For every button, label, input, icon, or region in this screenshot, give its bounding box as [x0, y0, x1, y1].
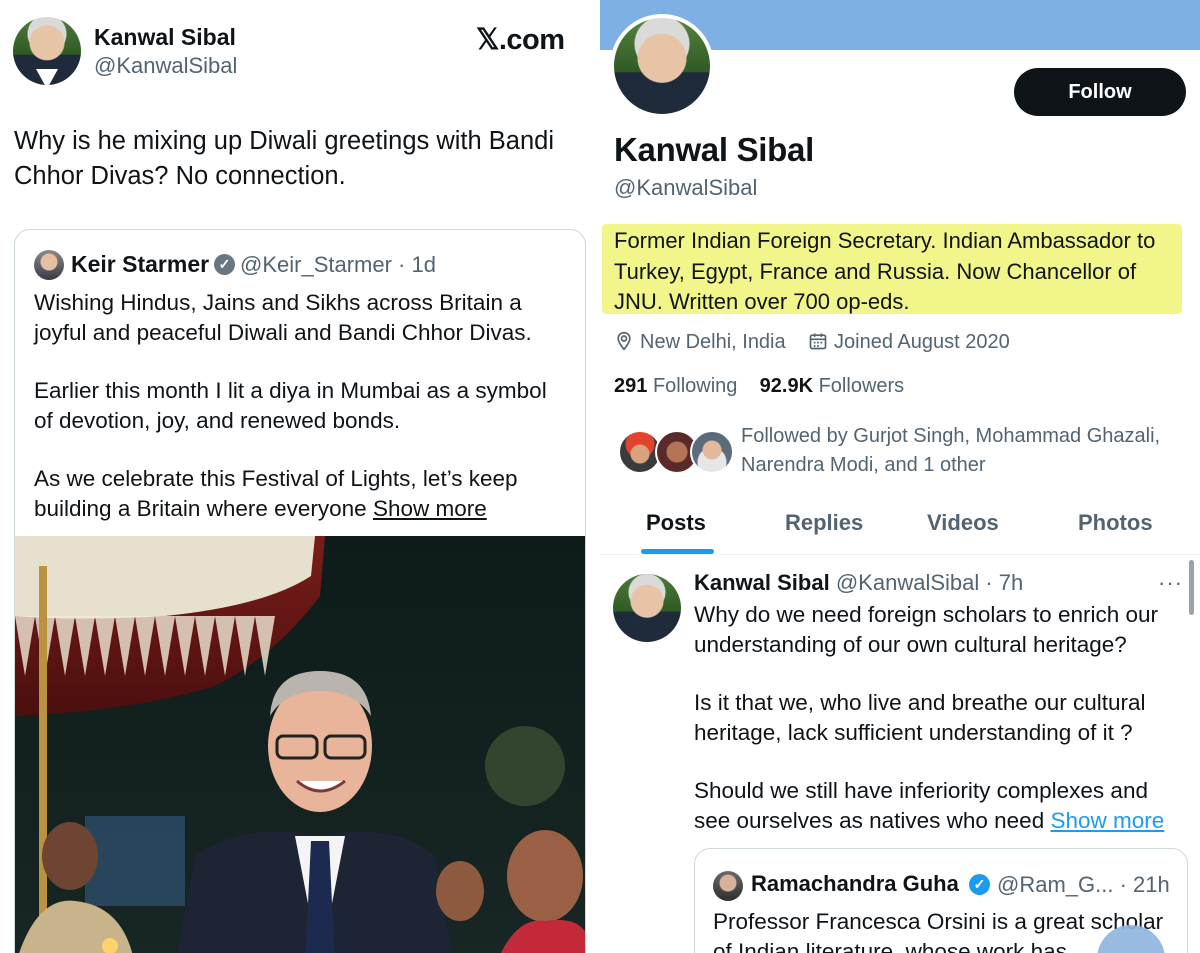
author-avatar[interactable]: [13, 17, 81, 85]
author-handle[interactable]: @KanwalSibal: [94, 53, 237, 79]
quoted-tweet-screenshot: Kanwal Sibal @KanwalSibal 𝕏.com Why is h…: [0, 0, 600, 953]
verified-badge-icon: ✓: [969, 874, 990, 895]
follower-avatar[interactable]: [690, 430, 734, 474]
quote-paragraph: Wishing Hindus, Jains and Sikhs across B…: [34, 290, 532, 345]
followed-by-text[interactable]: Followed by Gurjot Singh, Mohammad Ghaza…: [741, 422, 1181, 480]
profile-bio: Former Indian Foreign Secretary. Indian …: [614, 228, 1156, 314]
scrollbar[interactable]: [1189, 560, 1194, 615]
quote-author-avatar[interactable]: [713, 871, 743, 901]
calendar-icon: [809, 333, 827, 350]
post-author-handle[interactable]: @KanwalSibal · 7h: [836, 570, 1023, 595]
profile-handle: @KanwalSibal: [614, 175, 758, 200]
profile-avatar[interactable]: [610, 14, 714, 118]
quote-author-handle[interactable]: @Keir_Starmer · 1d: [240, 252, 436, 278]
profile-location: New Delhi, India: [614, 331, 786, 354]
quote-photo[interactable]: [15, 536, 585, 953]
quote-author-handle[interactable]: @Ram_G... · 21h: [997, 872, 1170, 898]
profile-joined-date: Joined August 2020: [808, 331, 1010, 354]
post-paragraph: Why do we need foreign scholars to enric…: [694, 602, 1158, 657]
profile-name: Kanwal Sibal: [614, 131, 814, 168]
location-pin-icon: [617, 331, 631, 351]
profile-screenshot: Follow Kanwal Sibal @KanwalSibal Former …: [600, 0, 1200, 953]
post-paragraph: Is it that we, who live and breathe our …: [694, 690, 1146, 745]
followers-link[interactable]: 92.9K Followers: [760, 375, 905, 397]
tab-videos[interactable]: Videos: [927, 510, 999, 536]
profile-tabs: Posts Replies Videos Photos: [600, 500, 1200, 555]
follow-button[interactable]: Follow: [1014, 68, 1186, 116]
photo-illustration: [15, 536, 585, 953]
quote-paragraph: As we celebrate this Festival of Lights,…: [34, 466, 518, 521]
quote-paragraph: Earlier this month I lit a diya in Mumba…: [34, 378, 547, 433]
tab-photos[interactable]: Photos: [1078, 510, 1153, 536]
show-more-link[interactable]: Show more: [1050, 808, 1164, 833]
post-text: Why do we need foreign scholars to enric…: [694, 600, 1184, 864]
tab-replies[interactable]: Replies: [785, 510, 863, 536]
follow-stats: 291 Following 92.9K Followers: [614, 375, 904, 398]
tab-posts[interactable]: Posts: [646, 510, 706, 536]
author-name[interactable]: Kanwal Sibal: [94, 24, 236, 51]
verified-badge-icon: ✓: [214, 254, 235, 275]
quote-tweet-card[interactable]: Keir Starmer ✓ @Keir_Starmer · 1d Wishin…: [14, 229, 586, 953]
more-options-icon[interactable]: ···: [1158, 570, 1183, 596]
tweet-text: Why is he mixing up Diwali greetings wit…: [14, 127, 554, 190]
quote-author-name[interactable]: Ramachandra Guha: [751, 871, 959, 897]
quote-text: Wishing Hindus, Jains and Sikhs across B…: [34, 288, 569, 552]
show-more-link[interactable]: Show more: [373, 496, 487, 521]
post-author-avatar[interactable]: [613, 574, 681, 642]
quote-author-name[interactable]: Keir Starmer: [71, 251, 209, 278]
active-tab-indicator: [641, 549, 714, 554]
post-author-name[interactable]: Kanwal Sibal: [694, 570, 830, 595]
post-paragraph: Should we still have inferiority complex…: [694, 778, 1165, 833]
quote-author-avatar[interactable]: [34, 250, 64, 280]
post-header: Kanwal Sibal @KanwalSibal · 7h: [694, 570, 1023, 596]
x-logo: 𝕏.com: [476, 24, 565, 56]
following-link[interactable]: 291 Following: [614, 375, 737, 397]
